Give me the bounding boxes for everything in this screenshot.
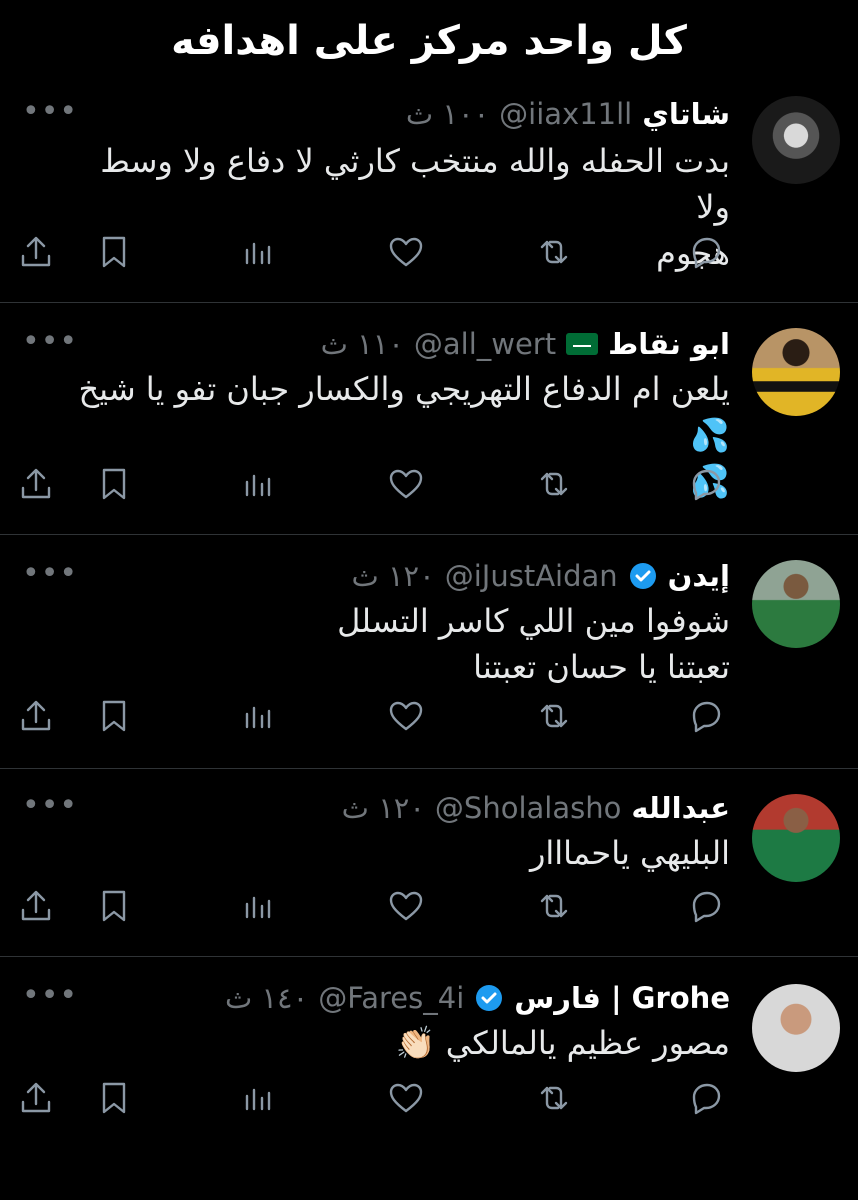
- views-icon[interactable]: [238, 464, 282, 508]
- tweet-header: عبدالله @Sholalasho ١٢٠ ث: [342, 788, 730, 828]
- tweet[interactable]: ابو نقاط @all_wert ١١٠ ث ••• يلعن ام الد…: [0, 302, 858, 535]
- tweet-header: فارس | Grohe @Fares_4i ١٤٠ ث: [225, 978, 730, 1018]
- tweet-header: شاتاي @iiax11ll ١٠٠ ث: [406, 94, 730, 134]
- display-name[interactable]: ابو نقاط: [608, 327, 730, 361]
- heart-icon[interactable]: [386, 464, 430, 508]
- views-icon[interactable]: [238, 232, 282, 276]
- tweet[interactable]: إيدن @iJustAidan ١٢٠ ث ••• شوفوا مين الل…: [0, 534, 858, 769]
- heart-icon[interactable]: [386, 1078, 430, 1122]
- action-bar: [0, 232, 858, 276]
- timestamp[interactable]: ١٢٠ ث: [342, 791, 425, 825]
- more-options-icon[interactable]: •••: [22, 556, 78, 591]
- caption-title: كل واحد مركز على اهدافه: [171, 18, 687, 64]
- retweet-icon[interactable]: [534, 696, 578, 740]
- verified-badge-icon: [628, 561, 658, 591]
- heart-icon[interactable]: [386, 696, 430, 740]
- tweet-text-line: بدت الحفله والله منتخب كارثي لا دفاع ولا…: [100, 142, 730, 226]
- bookmark-icon[interactable]: [94, 696, 138, 740]
- more-options-icon[interactable]: •••: [22, 788, 78, 823]
- timestamp[interactable]: ١٤٠ ث: [225, 981, 308, 1015]
- retweet-icon[interactable]: [534, 232, 578, 276]
- avatar[interactable]: [752, 328, 840, 416]
- action-bar: [0, 1078, 858, 1122]
- heart-icon[interactable]: [386, 886, 430, 930]
- action-bar: [0, 464, 858, 508]
- heart-icon[interactable]: [386, 232, 430, 276]
- display-name[interactable]: إيدن: [668, 559, 730, 593]
- reply-icon[interactable]: [686, 464, 730, 508]
- tweet-text-line: البليهي ياحمااار: [529, 834, 730, 872]
- tweet[interactable]: فارس | Grohe @Fares_4i ١٤٠ ث ••• مصور عظ…: [0, 956, 858, 1146]
- bookmark-icon[interactable]: [94, 886, 138, 930]
- more-options-icon[interactable]: •••: [22, 94, 78, 129]
- tweet-text-line: مصور عظيم يالمالكي 👏🏻: [395, 1024, 730, 1062]
- tweet-text: مصور عظيم يالمالكي 👏🏻: [90, 1020, 730, 1066]
- bookmark-icon[interactable]: [94, 1078, 138, 1122]
- handle[interactable]: @all_wert: [414, 327, 556, 361]
- share-icon[interactable]: [16, 886, 60, 930]
- tweet-header: ابو نقاط @all_wert ١١٠ ث: [321, 324, 730, 364]
- tweet-text: البليهي ياحمااار: [90, 830, 730, 876]
- share-icon[interactable]: [16, 696, 60, 740]
- reply-icon[interactable]: [686, 232, 730, 276]
- timestamp[interactable]: ١١٠ ث: [321, 327, 404, 361]
- share-icon[interactable]: [16, 232, 60, 276]
- display-name[interactable]: عبدالله: [631, 791, 730, 825]
- timestamp[interactable]: ١٠٠ ث: [406, 97, 489, 131]
- more-options-icon[interactable]: •••: [22, 978, 78, 1013]
- tweet[interactable]: شاتاي @iiax11ll ١٠٠ ث ••• بدت الحفله وال…: [0, 82, 858, 303]
- handle[interactable]: @iiax11ll: [499, 97, 632, 131]
- avatar[interactable]: [752, 794, 840, 882]
- tweet-header: إيدن @iJustAidan ١٢٠ ث: [351, 556, 730, 596]
- verified-badge-icon: [474, 983, 504, 1013]
- retweet-icon[interactable]: [534, 886, 578, 930]
- retweet-icon[interactable]: [534, 464, 578, 508]
- views-icon[interactable]: [238, 696, 282, 740]
- retweet-icon[interactable]: [534, 1078, 578, 1122]
- saudi-flag-icon: [566, 333, 599, 355]
- reply-icon[interactable]: [686, 1078, 730, 1122]
- timestamp[interactable]: ١٢٠ ث: [351, 559, 434, 593]
- avatar[interactable]: [752, 560, 840, 648]
- share-icon[interactable]: [16, 464, 60, 508]
- more-options-icon[interactable]: •••: [22, 324, 78, 359]
- bookmark-icon[interactable]: [94, 464, 138, 508]
- handle[interactable]: @Fares_4i: [318, 981, 464, 1015]
- action-bar: [0, 886, 858, 930]
- views-icon[interactable]: [238, 1078, 282, 1122]
- reply-icon[interactable]: [686, 696, 730, 740]
- display-name[interactable]: شاتاي: [642, 97, 730, 131]
- tweet-text-line: يلعن ام الدفاع التهريجي والكسار جبان تفو…: [78, 370, 731, 454]
- handle[interactable]: @iJustAidan: [445, 559, 618, 593]
- action-bar: [0, 696, 858, 740]
- tweet-text-line: شوفوا مين اللي كاسر التسلل: [337, 602, 730, 640]
- reply-icon[interactable]: [686, 886, 730, 930]
- handle[interactable]: @Sholalasho: [435, 791, 621, 825]
- bookmark-icon[interactable]: [94, 232, 138, 276]
- tweet[interactable]: عبدالله @Sholalasho ١٢٠ ث ••• البليهي يا…: [0, 768, 858, 957]
- avatar[interactable]: [752, 96, 840, 184]
- avatar[interactable]: [752, 984, 840, 1072]
- views-icon[interactable]: [238, 886, 282, 930]
- share-icon[interactable]: [16, 1078, 60, 1122]
- tweet-text: شوفوا مين اللي كاسر التسلل تعبتنا يا حسا…: [90, 598, 730, 690]
- display-name[interactable]: فارس | Grohe: [514, 981, 730, 1015]
- tweet-text-line: تعبتنا يا حسان تعبتنا: [473, 648, 730, 686]
